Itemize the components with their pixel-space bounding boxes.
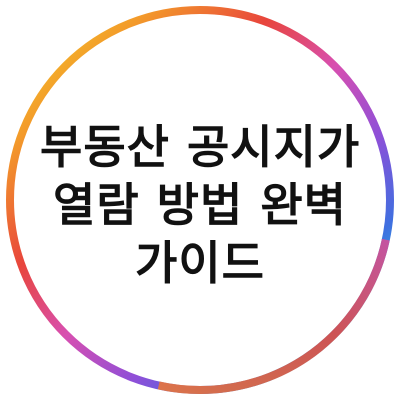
title-line-2: 열람 방법 완벽 <box>53 178 347 232</box>
thumbnail-canvas: 부동산 공시지가 열람 방법 완벽 가이드 <box>0 0 400 400</box>
page-title: 부동산 공시지가 열람 방법 완벽 가이드 <box>40 118 360 292</box>
title-line-3: 가이드 <box>135 236 265 290</box>
title-line-1: 부동산 공시지가 <box>40 120 361 174</box>
